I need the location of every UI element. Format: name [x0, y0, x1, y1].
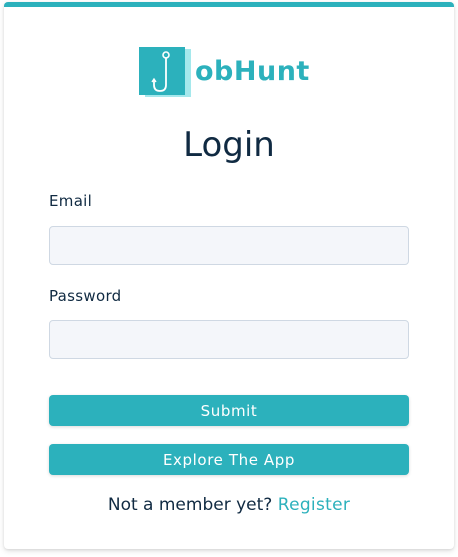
- email-label: Email: [49, 192, 93, 210]
- jobhunt-logo: obHunt: [139, 47, 310, 101]
- password-label: Password: [49, 287, 122, 305]
- email-field[interactable]: [49, 226, 409, 265]
- explore-app-button[interactable]: Explore The App: [49, 444, 409, 475]
- submit-button[interactable]: Submit: [49, 395, 409, 426]
- login-card: obHunt Login Email Password Submit Explo…: [4, 2, 454, 549]
- register-prompt-text: Not a member yet?: [107, 495, 273, 515]
- register-link[interactable]: Register: [278, 495, 350, 515]
- register-prompt: Not a member yet? Register: [4, 495, 454, 515]
- password-field[interactable]: [49, 320, 409, 359]
- hook-icon: [139, 47, 191, 101]
- logo-text: obHunt: [195, 55, 310, 87]
- page-title: Login: [183, 125, 275, 165]
